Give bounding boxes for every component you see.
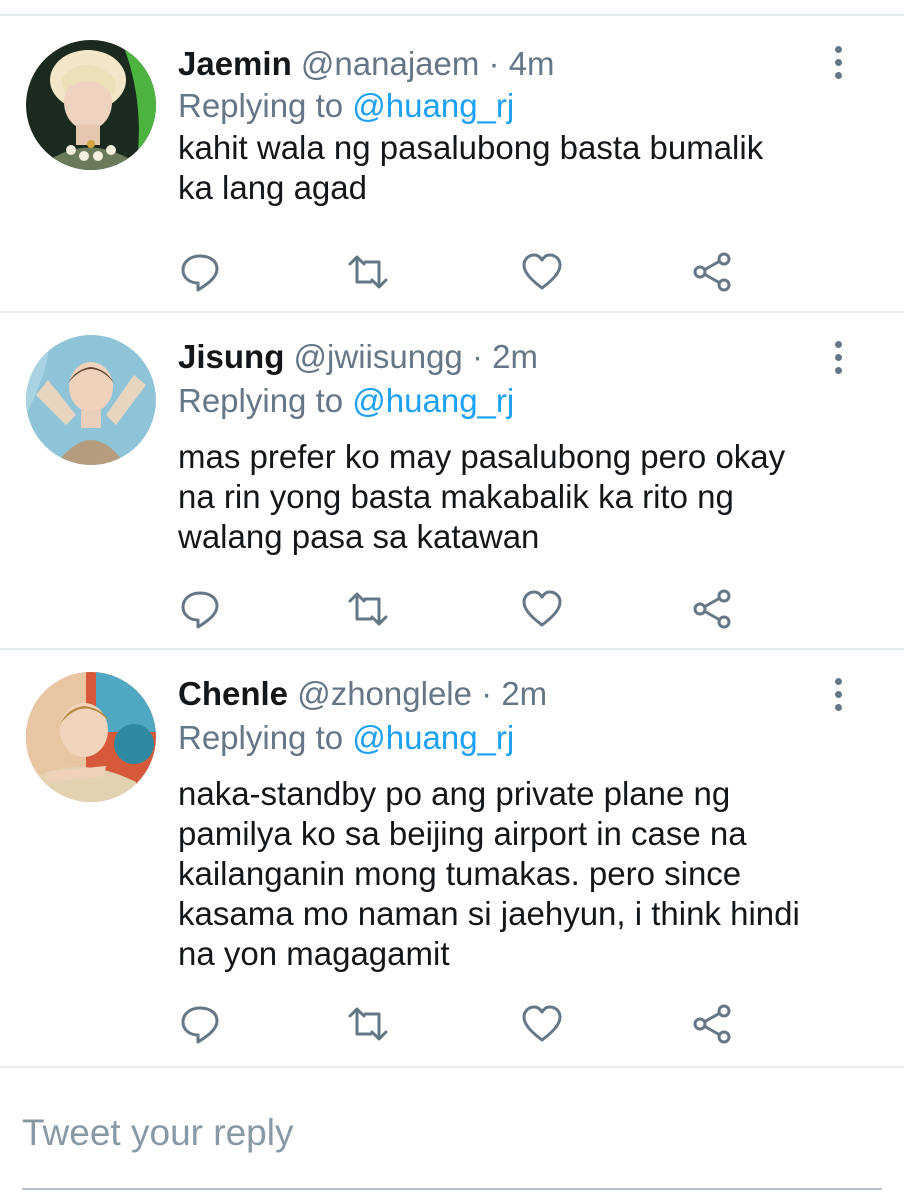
avatar[interactable] [26,335,156,465]
tweet-text-line: na rin yong basta makabalik ka rito ng [178,478,734,515]
reply-icon[interactable] [178,1002,222,1046]
tweet-text: naka-standby po ang private plane ng pam… [178,774,868,974]
tweet-text-line: naka-standby po ang private plane ng [178,775,731,812]
more-options-icon[interactable] [826,674,850,724]
tweet-text-line: mas prefer ko may pasalubong pero okay [178,438,786,475]
display-name[interactable]: Jisung [178,338,284,375]
more-options-icon[interactable] [826,337,850,387]
tweet-text: kahit wala ng pasalubong basta bumalik k… [178,128,868,208]
avatar[interactable] [26,40,156,170]
tweet-header: Chenle @zhonglele · 2m [178,674,547,714]
tweet-actions [178,1002,758,1046]
retweet-icon[interactable] [346,1002,390,1046]
reply-input[interactable] [22,1108,882,1158]
mention-link[interactable]: @huang_rj [352,382,514,419]
like-icon[interactable] [520,587,564,631]
reply-icon[interactable] [178,587,222,631]
tweet-text-line: kahit wala ng pasalubong basta bumalik [178,129,764,166]
replying-to: Replying to @huang_rj [178,381,514,421]
username[interactable]: @zhonglele [297,675,472,712]
replying-to-label: Replying to [178,382,344,419]
share-icon[interactable] [690,1002,734,1046]
reply-icon[interactable] [178,250,222,294]
more-options-icon[interactable] [826,42,850,92]
replying-to-label: Replying to [178,87,344,124]
replying-to-label: Replying to [178,719,344,756]
timestamp[interactable]: 2m [492,338,538,375]
share-icon[interactable] [690,250,734,294]
separator-dot: · [488,45,500,82]
share-icon[interactable] [690,587,734,631]
reply-thread: Jaemin @nanajaem · 4m Replying to @huang… [0,0,904,1200]
mention-link[interactable]: @huang_rj [352,87,514,124]
reply-tweet[interactable]: Jisung @jwiisungg · 2m Replying to @huan… [0,313,904,648]
replying-to: Replying to @huang_rj [178,86,514,126]
tweet-text: mas prefer ko may pasalubong pero okay n… [178,437,868,557]
reply-tweet[interactable]: Jaemin @nanajaem · 4m Replying to @huang… [0,16,904,312]
username[interactable]: @nanajaem [301,45,479,82]
timestamp[interactable]: 2m [501,675,547,712]
reply-tweet[interactable]: Chenle @zhonglele · 2m Replying to @huan… [0,650,904,1066]
separator-dot: · [481,675,493,712]
display-name[interactable]: Chenle [178,675,288,712]
separator-dot: · [471,338,483,375]
tweet-text-line: ka lang agad [178,169,367,206]
reply-composer [0,1068,904,1190]
tweet-text-line: walang pasa sa katawan [178,518,540,555]
avatar-jaemin-icon [26,40,156,170]
tweet-text-line: pamilya ko sa beijing airport in case na [178,815,747,852]
tweet-text-line: kasama mo naman si jaehyun, i think hind… [178,895,800,932]
timestamp[interactable]: 4m [509,45,555,82]
replying-to: Replying to @huang_rj [178,718,514,758]
tweet-text-line: na yon magagamit [178,935,450,972]
tweet-actions [178,250,758,294]
tweet-actions [178,587,758,631]
tweet-text-line: kailanganin mong tumakas. pero since [178,855,742,892]
mention-link[interactable]: @huang_rj [352,719,514,756]
retweet-icon[interactable] [346,587,390,631]
retweet-icon[interactable] [346,250,390,294]
tweet-header: Jisung @jwiisungg · 2m [178,337,538,377]
avatar[interactable] [26,672,156,802]
avatar-jisung-icon [26,335,156,465]
display-name[interactable]: Jaemin [178,45,292,82]
tweet-header: Jaemin @nanajaem · 4m [178,44,555,84]
input-underline [22,1188,882,1190]
avatar-chenle-icon [26,672,156,802]
like-icon[interactable] [520,250,564,294]
like-icon[interactable] [520,1002,564,1046]
username[interactable]: @jwiisungg [294,338,463,375]
